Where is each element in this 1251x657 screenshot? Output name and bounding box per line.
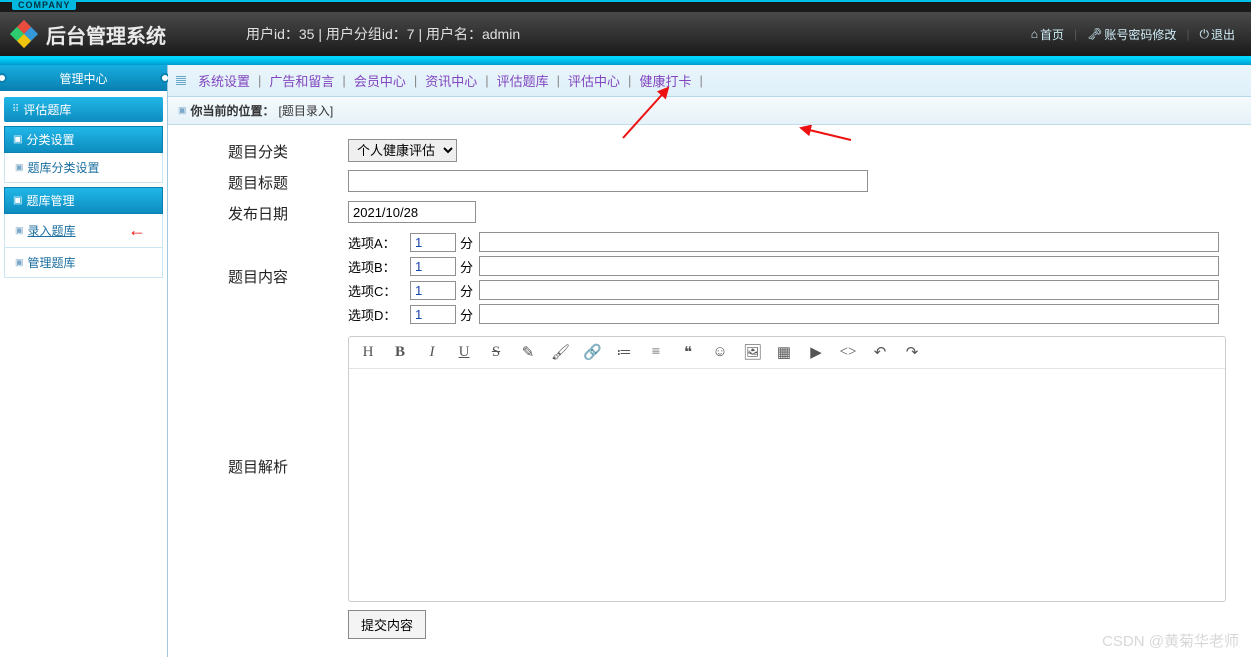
option-score-input[interactable]	[410, 305, 456, 324]
option-label: 选项C：	[348, 281, 406, 300]
align-icon[interactable]: ≡	[647, 344, 665, 361]
label-content: 题目内容	[168, 232, 348, 287]
label-category: 题目分类	[168, 139, 348, 162]
nav-eval-bank[interactable]: 评估题库	[493, 71, 553, 90]
sidebar-item-manage-bank[interactable]: 管理题库	[4, 248, 163, 278]
home-icon: ⌂	[1031, 27, 1038, 41]
option-text-input[interactable]	[479, 232, 1219, 252]
nav-health[interactable]: 健康打卡	[635, 71, 695, 90]
list-icon[interactable]: ≔	[615, 343, 633, 362]
company-tag: COMPANY	[12, 0, 76, 10]
nav-news[interactable]: 资讯中心	[421, 71, 481, 90]
option-unit: 分	[460, 233, 473, 252]
brush-icon[interactable]: 🖌	[551, 343, 569, 362]
sidebar-tab[interactable]: 管理中心	[0, 65, 167, 91]
sidebar-section-bank[interactable]: 题库管理	[4, 187, 163, 214]
option-label: 选项A：	[348, 233, 406, 252]
underline-icon[interactable]: U	[455, 344, 473, 361]
breadcrumb: 你当前的位置：[题目录入]	[168, 97, 1251, 125]
home-link[interactable]: ⌂首页	[1027, 26, 1068, 43]
quote-icon[interactable]: ❝	[679, 343, 697, 362]
image-icon[interactable]: 🖼	[743, 343, 761, 362]
option-score-input[interactable]	[410, 233, 456, 252]
heading-icon[interactable]: H	[359, 344, 377, 361]
title-input[interactable]	[348, 170, 868, 192]
arrow-indicator-icon: ←	[128, 220, 146, 241]
option-label: 选项B：	[348, 257, 406, 276]
sidebar: 管理中心 评估题库 分类设置 题库分类设置 题库管理 录入题库 ← 管理题库	[0, 65, 168, 657]
code-icon[interactable]: <>	[839, 344, 857, 361]
password-link[interactable]: 🗝账号密码修改	[1083, 26, 1180, 43]
option-score-input[interactable]	[410, 257, 456, 276]
sidebar-section-category[interactable]: 分类设置	[4, 126, 163, 153]
app-header: 后台管理系统 用户id：35 | 用户分组id：7 | 用户名：admin ⌂首…	[0, 12, 1251, 58]
label-date: 发布日期	[168, 201, 348, 224]
link-icon[interactable]: 🔗	[583, 343, 601, 362]
option-score-input[interactable]	[410, 281, 456, 300]
italic-icon[interactable]: I	[423, 344, 441, 361]
nav-member[interactable]: 会员中心	[350, 71, 410, 90]
label-analysis: 题目解析	[168, 336, 348, 477]
option-unit: 分	[460, 257, 473, 276]
logo-icon	[12, 22, 36, 46]
option-text-input[interactable]	[479, 280, 1219, 300]
date-input[interactable]	[348, 201, 476, 223]
logout-link[interactable]: ⏻退出	[1195, 26, 1239, 43]
watermark: CSDN @黄菊华老师	[1102, 630, 1239, 651]
video-icon[interactable]: ▶	[807, 343, 825, 362]
power-icon: ⏻	[1199, 27, 1209, 42]
app-title: 后台管理系统	[46, 20, 166, 49]
editor-toolbar: HBIUS ✎ 🖌 🔗 ≔ ≡ ❝ ☺ 🖼 ▦ ▶ <> ↶ ↷	[349, 337, 1225, 369]
option-label: 选项D：	[348, 305, 406, 324]
sidebar-module: 评估题库	[4, 97, 163, 122]
nav-system[interactable]: 系统设置	[194, 71, 254, 90]
rich-editor: HBIUS ✎ 🖌 🔗 ≔ ≡ ❝ ☺ 🖼 ▦ ▶ <> ↶ ↷	[348, 336, 1226, 602]
editor-body[interactable]	[349, 369, 1225, 601]
option-text-input[interactable]	[479, 256, 1219, 276]
sidebar-item-category-settings[interactable]: 题库分类设置	[4, 153, 163, 183]
bold-icon[interactable]: B	[391, 344, 409, 361]
label-title: 题目标题	[168, 170, 348, 193]
undo-icon[interactable]: ↶	[871, 343, 889, 362]
submit-button[interactable]: 提交内容	[348, 610, 426, 639]
option-unit: 分	[460, 281, 473, 300]
nav-ads[interactable]: 广告和留言	[265, 71, 338, 90]
option-unit: 分	[460, 305, 473, 324]
redo-icon[interactable]: ↷	[903, 343, 921, 362]
emoji-icon[interactable]: ☺	[711, 344, 729, 361]
strike-icon[interactable]: S	[487, 344, 505, 361]
pencil-icon[interactable]: ✎	[519, 343, 537, 362]
top-nav: 系统设置| 广告和留言| 会员中心| 资讯中心| 评估题库| 评估中心| 健康打…	[168, 65, 1251, 97]
option-text-input[interactable]	[479, 304, 1219, 324]
sidebar-item-enter-bank[interactable]: 录入题库 ←	[4, 214, 163, 248]
category-select[interactable]: 个人健康评估	[348, 139, 457, 162]
nav-eval-center[interactable]: 评估中心	[564, 71, 624, 90]
table-icon[interactable]: ▦	[775, 343, 793, 362]
key-icon: 🗝	[1087, 27, 1102, 41]
user-info: 用户id：35 | 用户分组id：7 | 用户名：admin	[246, 24, 520, 44]
